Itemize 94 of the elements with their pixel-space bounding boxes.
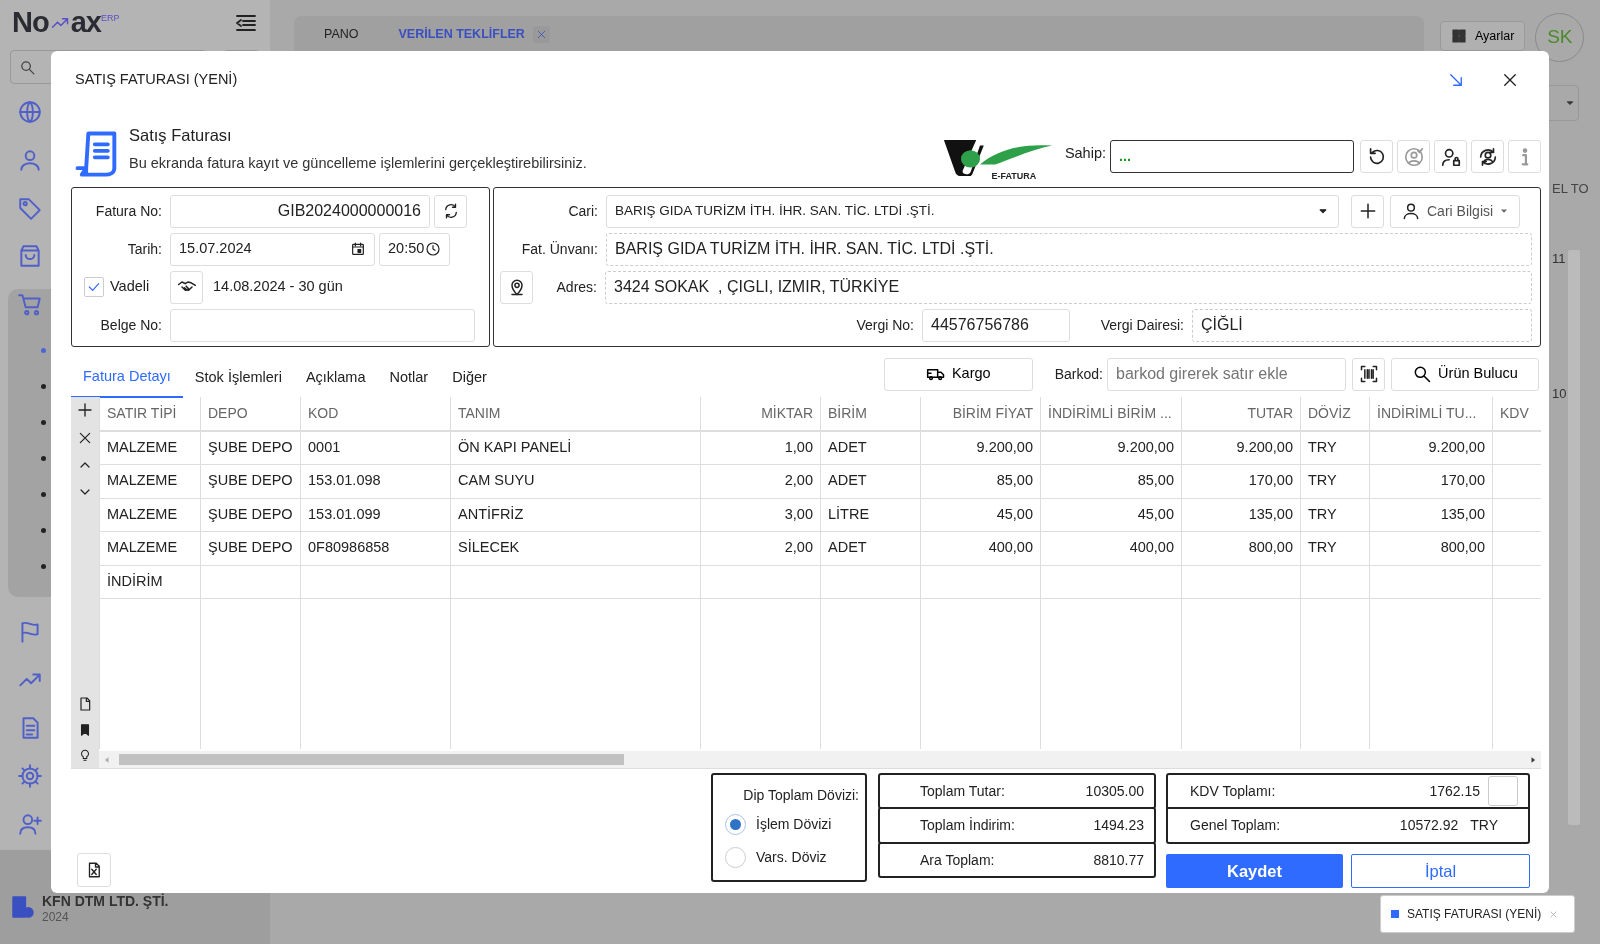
table-cell: ADET (820, 464, 921, 498)
table-cell: 9.200,00 (920, 431, 1041, 465)
total-value: 10572.92 (1399, 816, 1459, 835)
field-label: Fatura No: (94, 201, 162, 221)
table-cell: 153.01.098 (300, 464, 451, 498)
column-header: İNDİRİMLİ TU... (1369, 397, 1493, 431)
table-cell: MALZEME (99, 498, 201, 532)
field-label: Belge No: (99, 315, 162, 335)
table-cell: 400,00 (1040, 531, 1182, 565)
field-label: Cari: (567, 201, 598, 221)
total-label: Genel Toplam: (1190, 816, 1280, 835)
total-value: 1762.15 (1429, 781, 1480, 801)
table-cell: 2,00 (700, 464, 821, 498)
table-cell: 9.200,00 (1369, 431, 1493, 465)
total-label: Toplam Tutar: (920, 781, 1005, 801)
company-year: 2024 (42, 909, 70, 926)
table-cell-text: 11 (1552, 249, 1566, 268)
table-cell: ADET (820, 531, 921, 565)
table-cell: 170,00 (1369, 464, 1493, 498)
table-cell: TRY (1300, 498, 1370, 532)
column-header: SATIR TİPİ (99, 397, 201, 431)
logo-text: No (12, 5, 49, 41)
field-label: Vergi Dairesi: (1099, 315, 1184, 335)
column-header: EL TO (1552, 180, 1589, 198)
table-cell: 135,00 (1181, 498, 1301, 532)
total-value: 10305.00 (1085, 781, 1144, 801)
column-header: MİKTAR (700, 397, 821, 431)
table-cell: 0001 (300, 431, 451, 465)
table-cell: MALZEME (99, 531, 201, 565)
radio-label: İşlem Dövizi (756, 815, 832, 834)
due-date-text: 14.08.2024 - 30 gün (213, 277, 343, 297)
column-header: DÖVİZ (1300, 397, 1370, 431)
table-cell: 153.01.099 (300, 498, 451, 532)
description: Bu ekranda fatura kayıt ve güncelleme işlemlerini gerçekleştirebilirsiniz. (129, 154, 587, 174)
field-label: Adres: (555, 277, 597, 297)
field-label: Barkod: (1054, 364, 1103, 384)
table-cell: 2,00 (700, 531, 821, 565)
table-cell: 0F80986858 (300, 531, 451, 565)
currency-label: TRY (1470, 816, 1498, 835)
table-cell: 1,00 (700, 431, 821, 465)
table-cell: 800,00 (1369, 531, 1493, 565)
company-name: KFN DTM LTD. ŞTİ. (42, 894, 169, 908)
field-label: Vergi No: (855, 315, 914, 335)
table-cell: 400,00 (920, 531, 1041, 565)
table-cell: TRY (1300, 531, 1370, 565)
e-fatura-logo: E-FATURA (938, 137, 1059, 183)
logo-text: ax (70, 5, 101, 41)
logo-suffix: ERP (100, 12, 120, 23)
table-cell: SİLECEK (450, 531, 701, 565)
total-value: 8810.77 (1093, 850, 1144, 870)
column-header: DEPO (200, 397, 301, 431)
column-header: BİRİM (820, 397, 921, 431)
table-cell: 45,00 (920, 498, 1041, 532)
table-cell: ANTİFRİZ (450, 498, 701, 532)
table-cell: TRY (1300, 431, 1370, 465)
column-header: TUTAR (1181, 397, 1301, 431)
table-cell: MALZEME (99, 431, 201, 465)
table-cell: 170,00 (1181, 464, 1301, 498)
checkbox-label: Vadeli (110, 277, 150, 297)
total-label: KDV Toplamı: (1190, 781, 1276, 801)
table-cell: 135,00 (1369, 498, 1493, 532)
table-cell: ADET (820, 431, 921, 465)
total-label: Toplam İndirim: (920, 816, 1015, 835)
field-label: Tarih: (126, 239, 162, 259)
field-label: Sahip: (1064, 144, 1106, 164)
radio-label: Vars. Döviz (756, 848, 827, 867)
table-cell: ŞUBE DEPO (200, 531, 301, 565)
table-cell: 85,00 (1040, 464, 1182, 498)
total-label: Ara Toplam: (920, 850, 995, 870)
column-header: BİRİM FİYAT (920, 397, 1041, 431)
heading: Satış Faturası (129, 124, 233, 146)
dialog-title: SATIŞ FATURASI (YENİ) (75, 70, 238, 90)
table-cell: CAM SUYU (450, 464, 701, 498)
table-cell: LİTRE (820, 498, 921, 532)
table-cell: 45,00 (1040, 498, 1182, 532)
table-cell: 800,00 (1181, 531, 1301, 565)
section-title: Dip Toplam Dövizi: (742, 786, 860, 805)
table-cell: 9.200,00 (1040, 431, 1182, 465)
table-cell-text: 10 (1552, 385, 1567, 403)
table-cell: ÖN KAPI PANELİ (450, 431, 701, 465)
column-header: İNDİRİMLİ BİRİM ... (1040, 397, 1182, 431)
field-label: Fat. Ünvanı: (520, 239, 598, 259)
table-cell: ŞUBE DEPO (200, 464, 301, 498)
table-cell: 85,00 (920, 464, 1041, 498)
table-cell: MALZEME (99, 464, 201, 498)
table-cell: İNDİRİM (99, 565, 201, 599)
table-cell: ŞUBE DEPO (200, 431, 301, 465)
table-cell: 9.200,00 (1181, 431, 1301, 465)
table-cell: ŞUBE DEPO (200, 498, 301, 532)
table-cell: 3,00 (700, 498, 821, 532)
total-value: 1494.23 (1093, 816, 1144, 835)
column-header: TANIM (450, 397, 701, 431)
table-cell: TRY (1300, 464, 1370, 498)
column-header: KOD (300, 397, 451, 431)
